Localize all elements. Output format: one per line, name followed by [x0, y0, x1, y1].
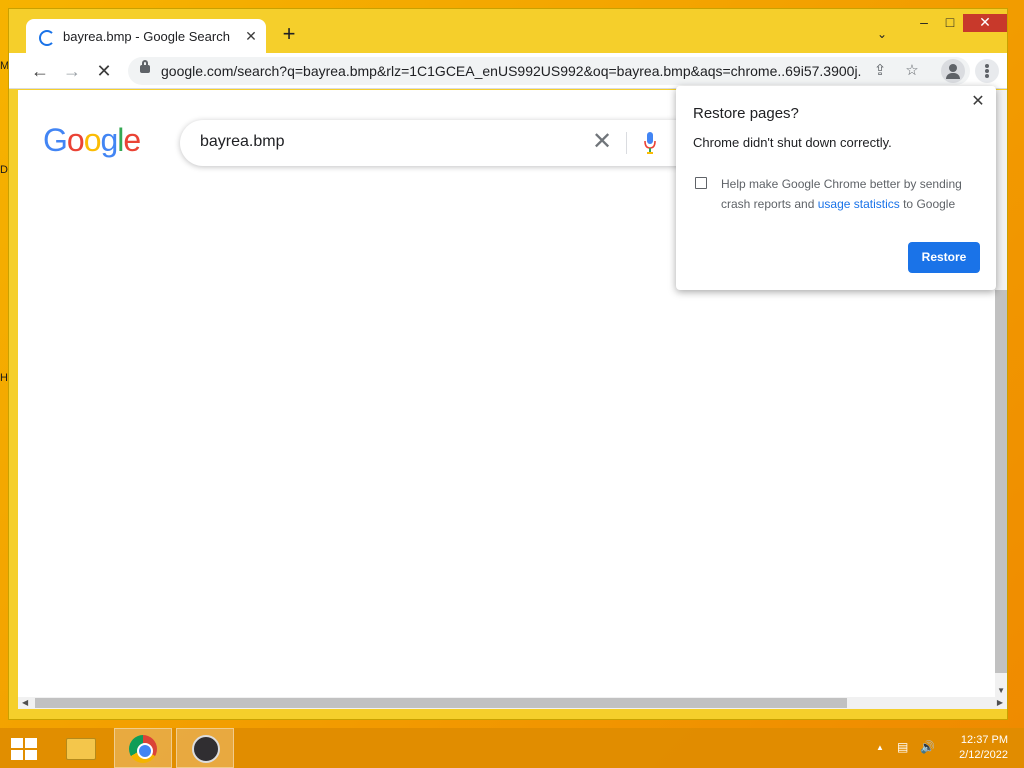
logo-letter: g [100, 122, 118, 158]
search-box[interactable]: bayrea.bmp ✕ [180, 120, 700, 166]
logo-letter: G [43, 122, 68, 158]
windows-start-icon[interactable] [11, 738, 39, 760]
obs-taskbar-button[interactable] [176, 728, 234, 768]
scroll-left-arrow-icon[interactable]: ◀ [22, 698, 28, 707]
volume-icon[interactable]: 🔊 [920, 740, 935, 754]
google-logo[interactable]: Google [43, 122, 141, 159]
usage-stats-checkbox[interactable] [695, 177, 707, 189]
vertical-scroll-thumb[interactable] [995, 290, 1007, 673]
horizontal-scrollbar[interactable]: ◀ ▶ [18, 697, 1007, 709]
network-icon[interactable]: ▤ [897, 740, 908, 754]
logo-letter: e [123, 122, 141, 158]
new-tab-button[interactable]: + [279, 23, 299, 45]
browser-toolbar: ← → ✕ google.com/search?q=bayrea.bmp&rlz… [9, 53, 1007, 89]
chrome-icon [129, 735, 157, 763]
dialog-title: Restore pages? [693, 105, 799, 122]
restore-button[interactable]: Restore [908, 242, 980, 273]
title-bar: bayrea.bmp - Google Search ✕ + ⌄ – □ ✕ [9, 9, 1007, 55]
scroll-down-arrow-icon[interactable]: ▼ [997, 686, 1005, 695]
close-window-button[interactable]: ✕ [963, 14, 1007, 32]
checkbox-text-after: to Google [899, 197, 956, 211]
restore-pages-dialog: ✕ Restore pages? Chrome didn't shut down… [676, 86, 996, 290]
lock-icon[interactable] [140, 60, 150, 73]
clock-time: 12:37 PM [960, 734, 1008, 746]
search-input[interactable]: bayrea.bmp [200, 133, 285, 151]
clock-date: 2/12/2022 [959, 749, 1008, 761]
chrome-menu-icon[interactable] [975, 59, 999, 83]
back-arrow-icon[interactable]: ← [30, 61, 50, 81]
folder-icon [66, 738, 96, 760]
tab-google-search[interactable]: bayrea.bmp - Google Search ✕ [26, 19, 266, 55]
file-explorer-button[interactable] [52, 728, 110, 768]
tab-close-icon[interactable]: ✕ [242, 27, 260, 45]
usage-statistics-link[interactable]: usage statistics [818, 197, 900, 211]
forward-arrow-icon[interactable]: → [62, 61, 82, 81]
clear-search-icon[interactable]: ✕ [590, 130, 614, 155]
url-text[interactable]: google.com/search?q=bayrea.bmp&rlz=1C1GC… [161, 63, 861, 79]
tab-search-chevron-icon[interactable]: ⌄ [877, 27, 893, 43]
loading-spinner-icon [39, 30, 55, 46]
logo-letter: o [66, 122, 85, 158]
chrome-taskbar-button[interactable] [114, 728, 172, 768]
obs-icon [192, 735, 220, 763]
checkbox-label: Help make Google Chrome better by sendin… [721, 174, 981, 214]
address-bar[interactable]: google.com/search?q=bayrea.bmp&rlz=1C1GC… [128, 57, 970, 85]
scroll-right-arrow-icon[interactable]: ▶ [997, 698, 1003, 707]
show-hidden-icons-icon[interactable]: ▲ [876, 743, 884, 752]
profile-avatar-icon[interactable] [941, 59, 965, 83]
logo-letter: o [83, 122, 102, 158]
horizontal-scroll-thumb[interactable] [35, 698, 847, 708]
dialog-subtitle: Chrome didn't shut down correctly. [693, 135, 892, 150]
share-icon[interactable]: ⇪ [870, 61, 890, 81]
microphone-icon[interactable] [644, 132, 656, 154]
maximize-button[interactable]: □ [937, 14, 963, 32]
bookmark-star-icon[interactable]: ☆ [902, 61, 922, 81]
system-clock[interactable]: 12:37 PM 2/12/2022 [938, 733, 1008, 763]
taskbar: ▲ ▤ 🔊 12:37 PM 2/12/2022 [0, 728, 1024, 768]
search-divider [626, 132, 627, 154]
minimize-button[interactable]: – [911, 14, 937, 32]
desktop-icon-label: H [0, 372, 8, 384]
desktop-icon-label: D [0, 164, 8, 176]
stop-loading-icon[interactable]: ✕ [94, 61, 114, 81]
close-dialog-icon[interactable]: ✕ [968, 92, 988, 112]
tab-title: bayrea.bmp - Google Search [63, 29, 230, 44]
